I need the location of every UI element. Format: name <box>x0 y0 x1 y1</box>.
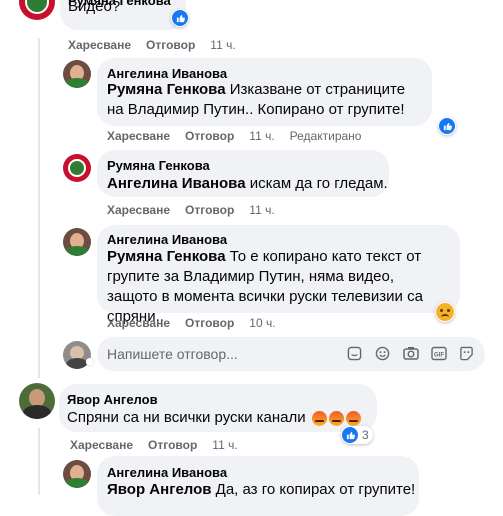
mention-link[interactable]: Ангелина Иванова <box>107 175 246 192</box>
avatar[interactable] <box>63 60 91 88</box>
timestamp[interactable]: 11 ч. <box>249 129 274 143</box>
reply-input-box[interactable]: Напишете отговор... GIF <box>97 337 485 371</box>
comment-bubble: Явор Ангелов Спряни са ни всички руски к… <box>59 384 377 432</box>
thread-line <box>38 428 40 495</box>
like-button[interactable]: Харесване <box>68 38 131 52</box>
angry-emoji-icon <box>345 410 361 426</box>
timestamp[interactable]: 11 ч. <box>212 438 237 452</box>
comment-text: Явор Ангелов Да, аз го копирах от групит… <box>107 481 416 498</box>
comment-actions: Харесване Отговор 11 ч. <box>68 38 251 52</box>
avatar[interactable] <box>63 228 91 256</box>
comment-bubble: Ангелина Иванова Румяна Генкова То е коп… <box>97 225 460 325</box>
reaction-badge[interactable] <box>438 117 456 135</box>
comment-author[interactable]: Ангелина Иванова <box>107 66 227 81</box>
mention-link[interactable]: Румяна Генкова <box>107 248 226 265</box>
like-icon <box>172 10 188 26</box>
reaction-count: 3 <box>362 428 369 442</box>
reply-button[interactable]: Отговор <box>185 129 234 143</box>
camera-icon[interactable] <box>403 346 419 361</box>
reply-button[interactable]: Отговор <box>146 38 195 52</box>
reaction-badge[interactable]: 3 <box>341 426 373 444</box>
like-button[interactable]: Харесване <box>107 203 170 217</box>
edited-label: Редактирано <box>289 129 362 143</box>
comment-author[interactable]: Ангелина Иванова <box>107 465 227 480</box>
avatar-dropdown[interactable] <box>86 358 94 366</box>
comment-bubble: Румяна Генкова Ангелина Иванова искам да… <box>97 150 389 197</box>
comment-bubble: Румяна Генкова Видео? <box>60 0 186 30</box>
angry-emoji-icon <box>328 410 344 426</box>
sad-emoji-icon <box>436 303 454 321</box>
comment-bubble: Ангелина Иванова Румяна Генкова Изказван… <box>97 58 432 126</box>
timestamp[interactable]: 11 ч. <box>210 38 235 52</box>
comment-text: Румяна Генкова То е копирано като текст … <box>107 248 423 325</box>
avatar[interactable] <box>63 154 91 182</box>
like-button[interactable]: Харесване <box>70 438 133 452</box>
reply-button[interactable]: Отговор <box>185 203 234 217</box>
angry-emoji-icon <box>311 410 327 426</box>
avatar[interactable] <box>19 0 55 20</box>
comment-text: Румяна Генкова Изказване от страниците н… <box>107 81 406 118</box>
avatar[interactable] <box>19 383 55 419</box>
comment-bubble: Ангелина Иванова Явор Ангелов Да, аз го … <box>97 456 419 516</box>
like-button[interactable]: Харесване <box>107 129 170 143</box>
mention-link[interactable]: Явор Ангелов <box>107 481 212 498</box>
like-icon <box>342 427 358 443</box>
mention-link[interactable]: Румяна Генкова <box>107 81 226 98</box>
timestamp[interactable]: 11 ч. <box>249 203 274 217</box>
comment-actions: Харесване Отговор 11 ч. <box>107 203 290 217</box>
comment-actions: Харесване Отговор 11 ч. <box>70 438 253 452</box>
gif-icon[interactable]: GIF <box>431 346 447 361</box>
like-button[interactable]: Харесване <box>107 316 170 330</box>
comment-actions: Харесване Отговор 10 ч. <box>107 316 291 330</box>
comment-actions: Харесване Отговор 11 ч. Редактирано <box>107 129 376 143</box>
reply-button[interactable]: Отговор <box>148 438 197 452</box>
sticker-pack-icon[interactable] <box>459 346 474 361</box>
reply-input[interactable]: Напишете отговор... <box>107 346 238 362</box>
comment-text: Спряни са ни всички руски канали <box>67 408 361 428</box>
like-icon <box>439 118 455 134</box>
comment-author[interactable]: Румяна Генкова <box>107 158 210 173</box>
reaction-badge[interactable] <box>171 9 189 27</box>
thread-line <box>38 38 40 378</box>
reaction-badge[interactable] <box>435 302 455 322</box>
comment-text: Видео? <box>68 0 121 15</box>
comment-text: Ангелина Иванова искам да го гледам. <box>107 175 388 192</box>
reply-button[interactable]: Отговор <box>185 316 234 330</box>
comment-author[interactable]: Явор Ангелов <box>67 392 158 407</box>
avatar[interactable] <box>63 460 91 488</box>
svg-text:GIF: GIF <box>434 353 444 359</box>
sticker-icon[interactable] <box>347 346 362 361</box>
comment-author[interactable]: Ангелина Иванова <box>107 232 227 247</box>
emoji-icon[interactable] <box>375 346 390 361</box>
timestamp[interactable]: 10 ч. <box>249 316 275 330</box>
